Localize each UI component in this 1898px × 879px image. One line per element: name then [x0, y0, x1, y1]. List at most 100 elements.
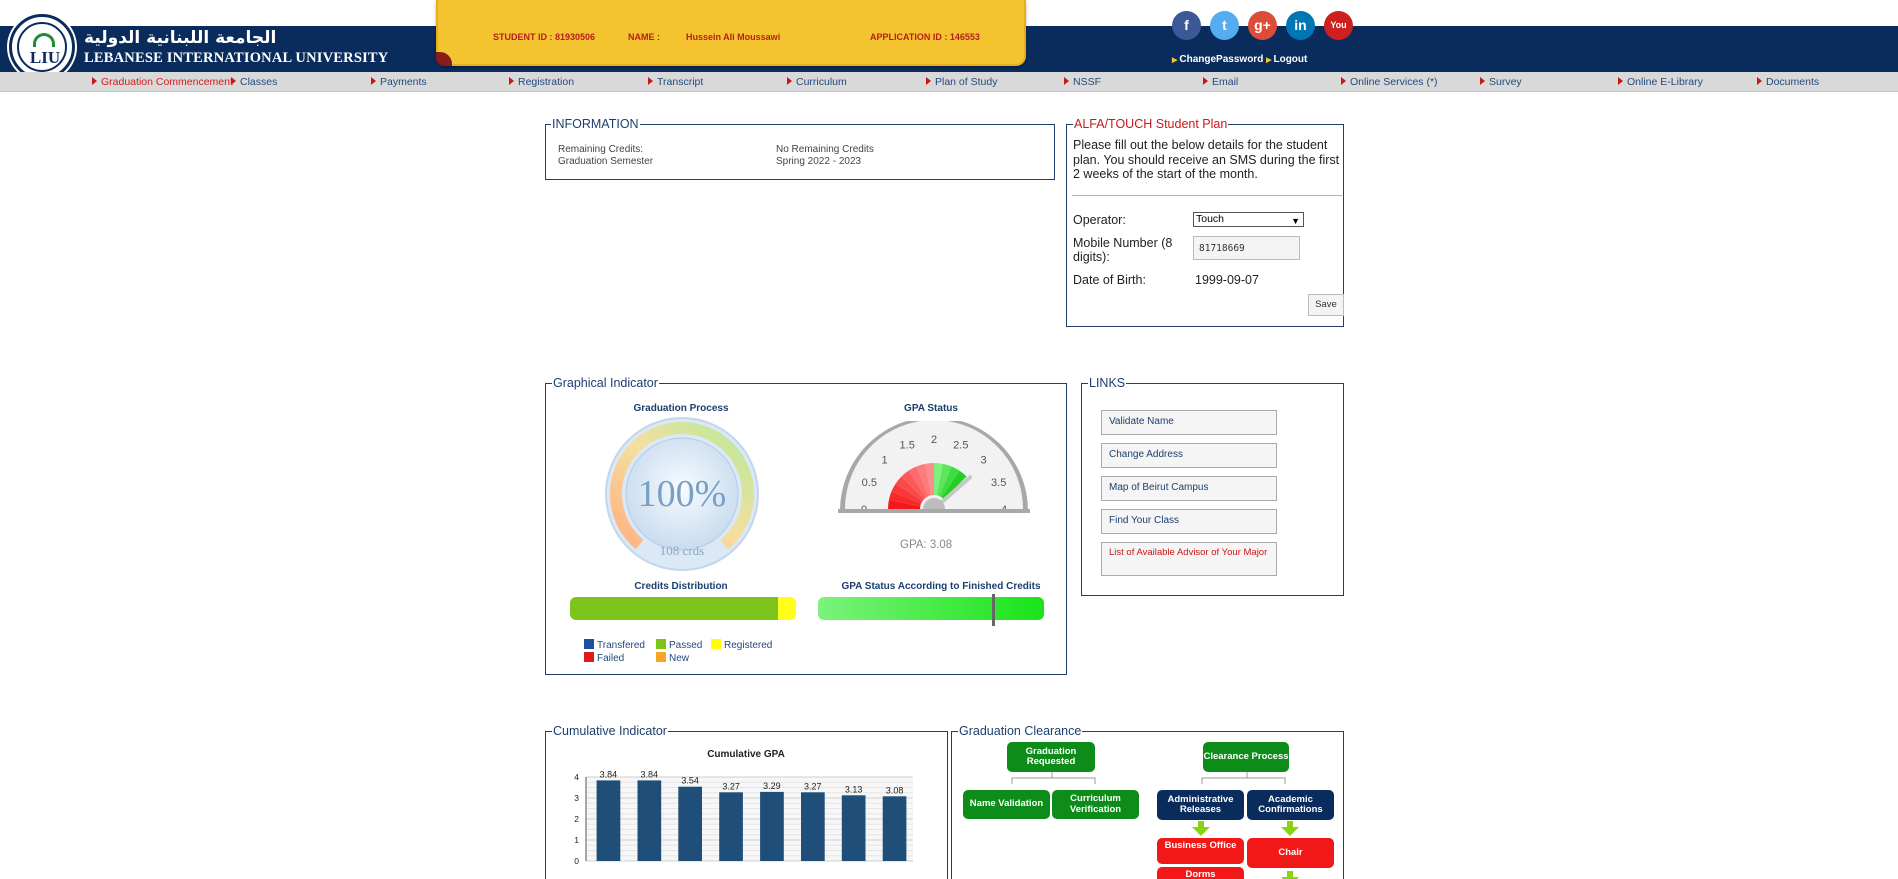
- operator-label: Operator:: [1073, 213, 1126, 227]
- nav-item-survey[interactable]: Survey: [1480, 76, 1522, 88]
- gauge-tick-label: 2.5: [953, 439, 968, 451]
- graduation-process-title: Graduation Process: [633, 403, 729, 414]
- arrow-icon: [1064, 77, 1069, 85]
- logout-link[interactable]: Logout: [1273, 54, 1307, 65]
- nav-item-label: Survey: [1489, 76, 1522, 88]
- credits-distribution-bar: [570, 597, 796, 620]
- nav-item-transcript[interactable]: Transcript: [648, 76, 703, 88]
- chair-node[interactable]: Chair: [1247, 838, 1334, 868]
- arrow-icon: ▶: [1172, 57, 1178, 64]
- clearance-process-node[interactable]: Clearance Process: [1203, 742, 1289, 772]
- change-password-link[interactable]: ChangePassword: [1179, 54, 1263, 65]
- link-button[interactable]: List of Available Advisor of Your Major: [1101, 542, 1277, 576]
- gauge-tick-label: 0.5: [862, 477, 877, 489]
- graduation-requested-node[interactable]: Graduation Requested: [1007, 742, 1095, 772]
- student-name-label: NAME :: [628, 32, 660, 42]
- chart-bar: [801, 792, 825, 861]
- student-info-box: STUDENT ID : 81930506 NAME : Hussein Ali…: [436, 0, 1026, 66]
- logo-arch-icon: [33, 33, 55, 47]
- chart-bar: [678, 786, 702, 861]
- graduation-clearance-panel: Graduation Clearance Graduation Requeste…: [951, 724, 1344, 879]
- youtube-icon[interactable]: You: [1324, 11, 1353, 40]
- university-logo[interactable]: LIU: [9, 14, 75, 80]
- arrow-icon: [92, 77, 97, 85]
- operator-select[interactable]: Touch ▼: [1193, 212, 1304, 227]
- arrow-icon: [231, 77, 236, 85]
- nav-item-payments[interactable]: Payments: [371, 76, 427, 88]
- remaining-credits-value: No Remaining Credits: [776, 144, 874, 155]
- nav-item-online-e-library[interactable]: Online E-Library: [1618, 76, 1703, 88]
- legend-item: Passed: [656, 639, 702, 651]
- mobile-number-input[interactable]: 81718669: [1193, 236, 1300, 260]
- nav-item-nssf[interactable]: NSSF: [1064, 76, 1101, 88]
- credits-passed-segment: [570, 597, 778, 620]
- nav-item-registration[interactable]: Registration: [509, 76, 574, 88]
- gpa-finished-marker: [992, 594, 995, 626]
- nav-item-plan-of-study[interactable]: Plan of Study: [926, 76, 997, 88]
- credits-registered-segment: [778, 597, 796, 620]
- curriculum-verification-node[interactable]: Curriculum Verification: [1052, 790, 1139, 819]
- chart-bar: [719, 792, 743, 861]
- student-plan-panel: ALFA/TOUCH Student Plan Please fill out …: [1066, 117, 1344, 327]
- cumulative-indicator-panel: Cumulative Indicator Cumulative GPA 0 1 2 3…: [545, 724, 948, 879]
- arrow-icon: [1341, 77, 1346, 85]
- dorms-node[interactable]: Dorms: [1157, 867, 1244, 879]
- nav-item-graduation-commencement[interactable]: Graduation Commencement: [92, 76, 233, 88]
- link-button[interactable]: Change Address: [1101, 443, 1277, 468]
- twitter-icon[interactable]: t: [1210, 11, 1239, 40]
- administrative-releases-node[interactable]: Administrative Releases: [1157, 790, 1244, 820]
- nav-item-label: Documents: [1766, 76, 1820, 88]
- facebook-icon[interactable]: f: [1172, 11, 1201, 40]
- arrow-icon: [787, 77, 792, 85]
- name-validation-node[interactable]: Name Validation: [963, 790, 1050, 819]
- gpa-finished-title: GPA Status According to Finished Credits: [841, 581, 1041, 592]
- information-legend: INFORMATION: [551, 117, 640, 131]
- nav-item-label: Email: [1212, 76, 1239, 88]
- down-arrow-icon: [1192, 821, 1210, 836]
- gauge-tick-label: 1.5: [900, 439, 915, 451]
- chart-y-tick-label: 0: [574, 856, 579, 866]
- link-button[interactable]: Map of Beirut Campus: [1101, 476, 1277, 501]
- plan-divider: [1072, 195, 1342, 196]
- graduation-semester-label: Graduation Semester: [558, 156, 654, 167]
- remaining-credits-label: Remaining Credits:: [558, 144, 644, 155]
- university-name-english: LEBANESE INTERNATIONAL UNIVERSITY: [84, 50, 389, 66]
- dob-label: Date of Birth:: [1073, 273, 1146, 287]
- legend-item: Registered: [711, 639, 772, 651]
- graduation-process-gauge: 100% 108 crds: [605, 417, 759, 571]
- main-nav: Graduation Commencement Classes Payments Re…: [0, 72, 1898, 92]
- academic-confirmations-node[interactable]: Academic Confirmations: [1247, 790, 1334, 820]
- arrow-icon: [509, 77, 514, 85]
- box-fold: [436, 52, 452, 66]
- nav-item-classes[interactable]: Classes: [231, 76, 277, 88]
- linkedin-icon[interactable]: in: [1286, 11, 1315, 40]
- chart-data-label: 3.27: [722, 781, 740, 791]
- link-button[interactable]: Find Your Class: [1101, 509, 1277, 534]
- save-button[interactable]: Save: [1308, 294, 1344, 316]
- logo-ring: LIU: [17, 22, 67, 72]
- nav-item-label: Classes: [240, 76, 278, 88]
- chart-bar: [841, 795, 866, 861]
- chart-data-label: 3.84: [641, 769, 659, 779]
- link-button[interactable]: Validate Name: [1101, 410, 1277, 435]
- nav-item-documents[interactable]: Documents: [1757, 76, 1819, 88]
- arrow-icon: [1757, 77, 1762, 85]
- nav-item-curriculum[interactable]: Curriculum: [787, 76, 847, 88]
- student-name: Hussein Ali Moussawi: [686, 32, 781, 42]
- credits-distribution-title: Credits Distribution: [634, 581, 728, 592]
- arrow-icon: [648, 77, 653, 85]
- university-name-arabic: الجامعة اللبنانية الدولية: [84, 28, 277, 48]
- nav-item-label: Curriculum: [796, 76, 847, 88]
- nav-item-online-services[interactable]: Online Services (*): [1341, 76, 1438, 88]
- gauge-tick-label: 3.5: [991, 477, 1006, 489]
- google-plus-icon[interactable]: g+: [1248, 11, 1277, 40]
- business-office-node[interactable]: Business Office: [1157, 838, 1244, 864]
- chart-bar: [882, 796, 907, 861]
- legend-swatch: [656, 639, 666, 649]
- arrow-icon: [371, 77, 376, 85]
- graduation-percent: 100%: [638, 473, 727, 515]
- nav-item-label: NSSF: [1073, 76, 1102, 88]
- legend-swatch: [584, 652, 594, 662]
- chevron-down-icon: ▼: [1291, 216, 1300, 226]
- nav-item-email[interactable]: Email: [1203, 76, 1238, 88]
